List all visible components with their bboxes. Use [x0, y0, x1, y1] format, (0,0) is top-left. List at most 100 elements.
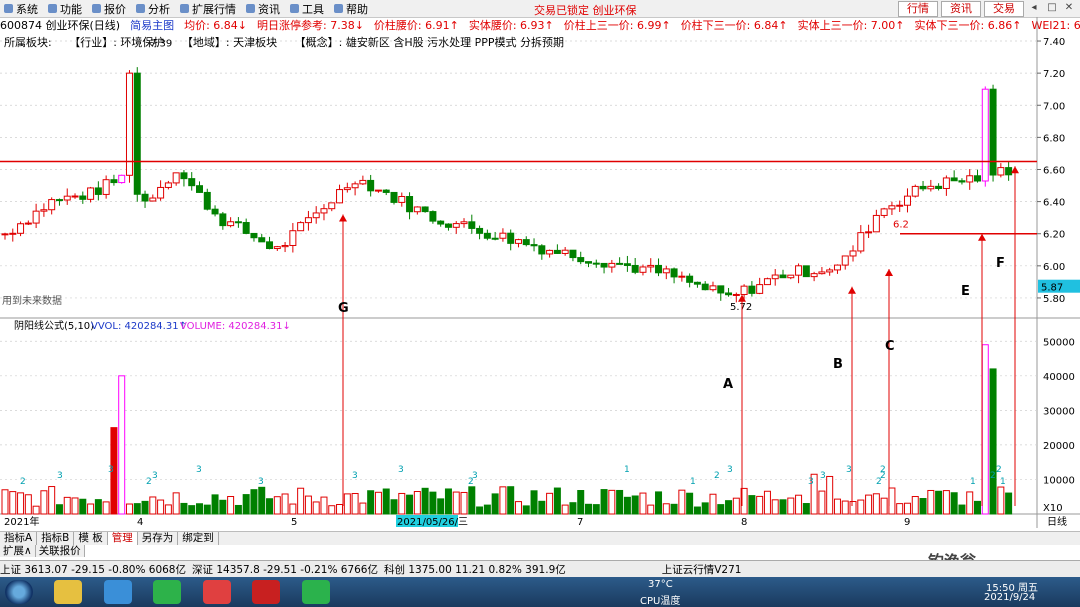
minimize-icon[interactable]: ◂: [1027, 1, 1041, 15]
volume-mark: 2: [990, 471, 996, 481]
sh-index[interactable]: 上证 3613.07 -29.15 -0.80% 6068亿: [0, 562, 186, 577]
volume-bar: [919, 498, 927, 515]
candle-body: [491, 237, 499, 240]
volume-bar: [763, 490, 771, 515]
volume-mark: 3: [846, 465, 852, 475]
vvol-label: VVOL: 420284.31↑: [91, 321, 187, 332]
trade-locked-status: 交易已锁定 创业环保: [534, 4, 637, 17]
tab-template[interactable]: 模 板: [74, 532, 108, 545]
high-price-label: 7.39: [150, 39, 172, 50]
volume-mark: 1: [624, 465, 630, 475]
ext-tabs: 扩展∧ 关联报价: [0, 545, 85, 557]
wechat-icon[interactable]: [302, 580, 330, 604]
maximize-icon[interactable]: □: [1045, 1, 1059, 15]
app-icon-3[interactable]: [153, 580, 181, 604]
kc-index[interactable]: 科创 1375.00 11.21 0.82% 391.9亿: [384, 562, 566, 577]
volume-bar: [771, 499, 779, 515]
candle-body: [849, 250, 857, 257]
annotation-label: C: [885, 339, 895, 354]
candle-body: [701, 283, 709, 291]
app-icon-4[interactable]: [203, 580, 231, 604]
volume-bar: [608, 489, 616, 515]
candle-body: [771, 274, 779, 280]
volume-bar: [460, 491, 468, 515]
candle-body: [802, 265, 810, 278]
clock-date[interactable]: 2021/9/24: [984, 592, 1035, 603]
tab-indicator-b[interactable]: 指标B: [37, 532, 75, 545]
tab-bind-to[interactable]: 绑定到: [178, 532, 219, 545]
menu-quote[interactable]: 报价: [88, 1, 132, 17]
cloud-quote[interactable]: 上证云行情V271: [662, 562, 742, 577]
volume-bar: [802, 503, 810, 515]
kline-chart[interactable]: 7.40 7.20 7.00 6.80 6.60 6.40 6.20 6.00 5.805.87…: [0, 17, 1080, 532]
volume-bar: [48, 486, 56, 515]
candle-body: [927, 185, 935, 190]
volume-bar: [779, 499, 787, 515]
volume-bar: [686, 492, 694, 515]
menu-ext-market[interactable]: 扩展行情: [176, 1, 242, 17]
volume-mark: 2: [20, 477, 26, 487]
candle-body: [647, 264, 655, 268]
candle-body: [63, 195, 71, 201]
volume-bar: [468, 486, 476, 515]
volume-bar: [413, 491, 421, 515]
tab-save-as[interactable]: 另存为: [138, 532, 179, 545]
tab-related-quote[interactable]: 关联报价: [35, 545, 85, 557]
menu-analysis[interactable]: 分析: [132, 1, 176, 17]
volume-bar: [250, 489, 258, 515]
candle-body: [312, 212, 320, 219]
menu-info[interactable]: 资讯: [242, 1, 286, 17]
app-icon-2[interactable]: [104, 580, 132, 604]
tab-indicator-a[interactable]: 指标A: [0, 532, 38, 545]
candle-body: [662, 268, 670, 274]
close-icon[interactable]: ✕: [1062, 1, 1076, 15]
candle-body: [577, 257, 585, 263]
candle-body: [164, 182, 172, 188]
candle-body: [616, 262, 624, 265]
volume-bar: [491, 493, 499, 515]
menu-system[interactable]: 系统: [0, 1, 44, 17]
tab-expand[interactable]: 扩展∧: [0, 545, 36, 557]
volume-bar: [483, 504, 491, 515]
sz-index[interactable]: 深证 14357.8 -29.51 -0.21% 6766亿: [192, 562, 378, 577]
volume-bar: [87, 503, 95, 515]
candle-body: [997, 167, 1005, 176]
volume-bar: [888, 487, 896, 515]
temp-value: 37°C: [648, 579, 673, 590]
volume-bar: [258, 486, 266, 515]
info-button[interactable]: 资讯: [941, 1, 981, 17]
volume-bar: [63, 496, 71, 515]
volume-mark: 2: [880, 465, 886, 475]
app-icon-1[interactable]: [54, 580, 82, 604]
candle-body: [234, 221, 242, 224]
candle-body: [273, 246, 281, 250]
candle-body: [763, 278, 771, 286]
candle-body: [779, 274, 787, 279]
quote-button[interactable]: 行情: [898, 1, 938, 17]
volume-bar: [546, 492, 554, 515]
candle-body: [896, 204, 904, 207]
volume-bar: [701, 502, 709, 515]
volume-bar: [452, 491, 460, 515]
menu-tools[interactable]: 工具: [286, 1, 330, 17]
annotation-arrowhead: [978, 233, 986, 241]
pdf-icon[interactable]: [252, 580, 280, 604]
menu-help[interactable]: 帮助: [330, 1, 374, 17]
volume-bar: [149, 496, 157, 515]
volume-bar: [219, 499, 227, 515]
candle-body: [343, 187, 351, 191]
volume-mark: 3: [820, 471, 826, 481]
start-icon[interactable]: [5, 580, 33, 604]
trade-button[interactable]: 交易: [984, 1, 1024, 17]
volume-bar: [71, 497, 79, 515]
volume-bar: [125, 503, 133, 515]
candle-body: [600, 262, 608, 268]
menu-function[interactable]: 功能: [44, 1, 88, 17]
tab-manage[interactable]: 管理: [107, 532, 138, 545]
candle-body: [79, 195, 87, 200]
candle-body: [903, 195, 911, 206]
volume-bar: [981, 344, 989, 515]
volume-bar: [693, 506, 701, 515]
candle-body: [351, 183, 359, 189]
level-label: 6.2: [893, 220, 909, 231]
